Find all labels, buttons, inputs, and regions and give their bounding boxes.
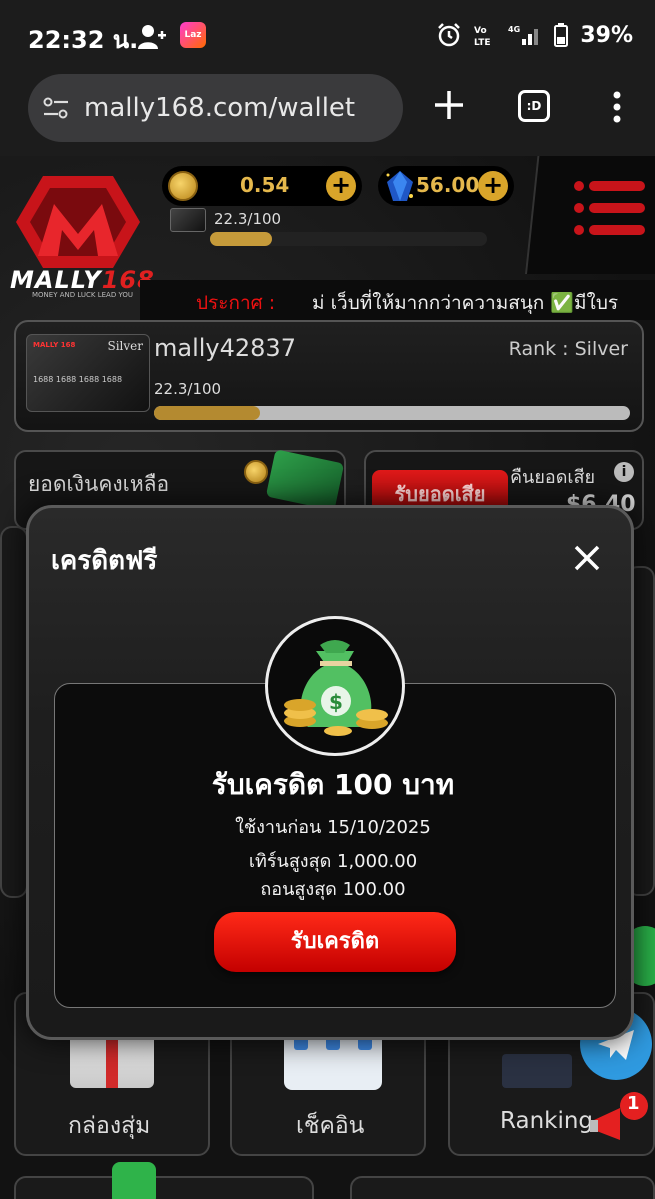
coin-balance: 0.54 [240, 173, 290, 197]
claim-credit-button[interactable]: รับเครดิต [214, 912, 456, 972]
rank-label: Rank : Silver [508, 338, 628, 360]
tab-switcher-icon[interactable]: :D [518, 90, 550, 122]
announcement-label: ประกาศ : [196, 292, 276, 314]
status-time: 22:32 น. [28, 26, 139, 54]
card-tier-label: Silver [107, 339, 143, 353]
svg-text:LTE: LTE [474, 38, 491, 47]
notification-button[interactable]: 1 [586, 1090, 648, 1150]
check-in-label: เช็คอิน [296, 1113, 365, 1139]
alarm-icon [438, 23, 461, 47]
coin-icon [244, 460, 268, 484]
more-menu-icon[interactable] [608, 90, 626, 124]
info-icon[interactable]: i [614, 462, 634, 482]
status-left-icons: Laz [136, 22, 206, 52]
announcement-bar: ประกาศ : ม่ เว็บที่ให้มากกว่าความสนุก ✅ม… [140, 280, 655, 320]
add-gem-button[interactable]: + [478, 171, 508, 201]
status-bar: 22:32 น. Laz Vo LTE 4G 39% [0, 0, 655, 70]
header-xp-text: 22.3/100 [214, 210, 282, 228]
hamburger-menu-icon[interactable] [573, 178, 647, 238]
address-bar[interactable]: mally168.com/wallet [28, 74, 403, 142]
profile-xp-text: 22.3/100 [154, 380, 222, 398]
ranking-label: Ranking [500, 1108, 594, 1134]
url-text[interactable]: mally168.com/wallet [84, 93, 355, 123]
money-bag-icon: $ [284, 640, 388, 736]
announcement-text: ม่ เว็บที่ให้มากกว่าความสนุก ✅มีใบร [312, 292, 619, 314]
random-box-label: กล่องสุ่ม [68, 1113, 151, 1139]
money-bag-badge: $ [265, 616, 405, 756]
status-right: Vo LTE 4G 39% [436, 22, 633, 48]
profile-xp-bar [154, 406, 630, 420]
free-credit-modal: เครดิตฟรี $ รับเครดิต 100 บาท ใช้งานก่อน… [26, 505, 634, 1040]
battery-icon [554, 23, 569, 47]
bottom-tile[interactable] [350, 1176, 655, 1199]
green-plus-icon [112, 1162, 156, 1199]
cash-stack-icon [265, 449, 345, 511]
max-withdraw-text: ถอนสูงสุด 100.00 [260, 879, 406, 900]
battery-percent: 39% [580, 22, 633, 48]
bottom-tile[interactable] [14, 1162, 314, 1199]
member-card-image: MALLY 168 Silver 1688 1688 1688 1688 [26, 334, 150, 412]
browser-toolbar: mally168.com/wallet :D [0, 70, 655, 156]
svg-text:Vo: Vo [474, 26, 487, 36]
coin-icon [168, 171, 198, 201]
header-xp-fill [210, 232, 272, 246]
credit-amount-title: รับเครดิต 100 บาท [211, 768, 455, 801]
card-numbers: 1688 1688 1688 1688 [33, 375, 123, 384]
member-card-icon [170, 208, 206, 232]
profile-xp-fill [154, 406, 261, 420]
gem-balance-pill: 56.00 + [378, 166, 514, 206]
signal-icon: 4G [508, 25, 539, 45]
svg-text:4G: 4G [508, 25, 520, 34]
trophy-icon [502, 1054, 572, 1088]
gem-icon [386, 171, 413, 201]
card-brand: MALLY 168 [33, 341, 76, 349]
close-icon[interactable] [573, 544, 601, 572]
profile-card[interactable]: MALLY 168 Silver 1688 1688 1688 1688 mal… [14, 320, 644, 432]
svg-text:$: $ [329, 690, 343, 714]
coin-balance-pill: 0.54 + [162, 166, 362, 206]
add-person-icon [138, 25, 166, 49]
logo-text: MALLY168 [10, 266, 155, 294]
logo-tagline: MONEY AND LUCK LEAD YOU [32, 291, 133, 299]
lazada-icon: Laz [180, 22, 206, 48]
modal-title: เครดิตฟรี [51, 546, 158, 576]
site-settings-icon[interactable] [42, 96, 70, 120]
notification-count: 1 [627, 1093, 640, 1114]
megaphone-icon [590, 1092, 648, 1140]
gem-balance: 56.00 [416, 173, 480, 197]
balance-label: ยอดเงินคงเหลือ [28, 472, 170, 496]
max-turnover-text: เทิร์นสูงสุด 1,000.00 [248, 851, 418, 872]
new-tab-icon[interactable] [432, 88, 466, 122]
header-xp-bar [210, 232, 487, 246]
background-tile [0, 526, 28, 898]
add-coin-button[interactable]: + [326, 171, 356, 201]
volte-icon: Vo LTE [474, 26, 491, 47]
cashback-label: คืนยอดเสีย [510, 467, 596, 488]
username: mally42837 [154, 334, 296, 362]
use-before-text: ใช้งานก่อน 15/10/2025 [235, 817, 431, 838]
